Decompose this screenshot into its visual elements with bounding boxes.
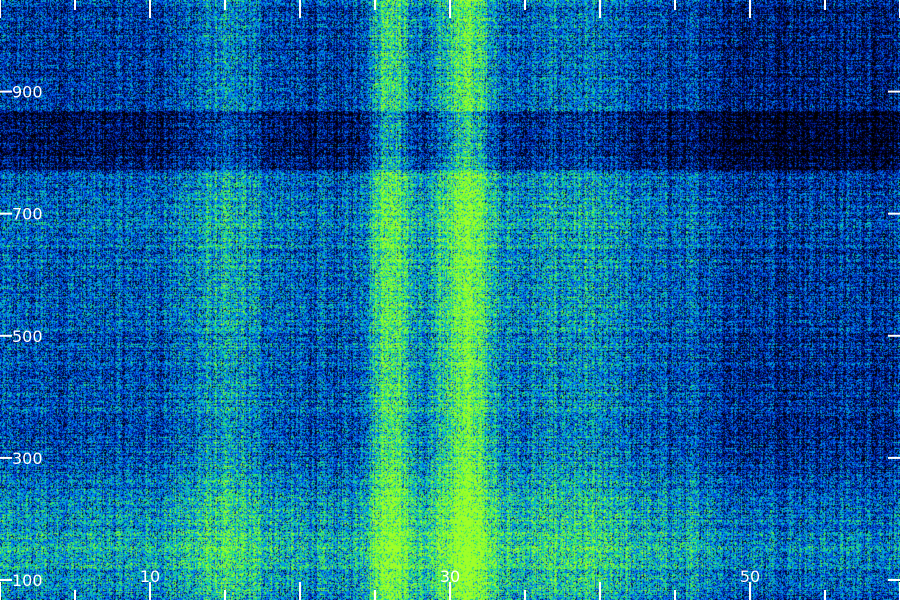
x-tick-label: 50	[740, 567, 760, 586]
y-tick-label: 300	[12, 449, 43, 468]
y-tick-label: 700	[12, 205, 43, 224]
x-tick-label: 10	[140, 567, 160, 586]
x-tick-label: 30	[440, 567, 460, 586]
heatmap-chart: 100 300 500 700 900 10 30 50	[0, 0, 900, 600]
axes-overlay: 100 300 500 700 900 10 30 50	[0, 0, 900, 600]
y-tick-label: 100	[12, 571, 43, 590]
y-tick-label: 900	[12, 83, 43, 102]
y-tick-label: 500	[12, 327, 43, 346]
